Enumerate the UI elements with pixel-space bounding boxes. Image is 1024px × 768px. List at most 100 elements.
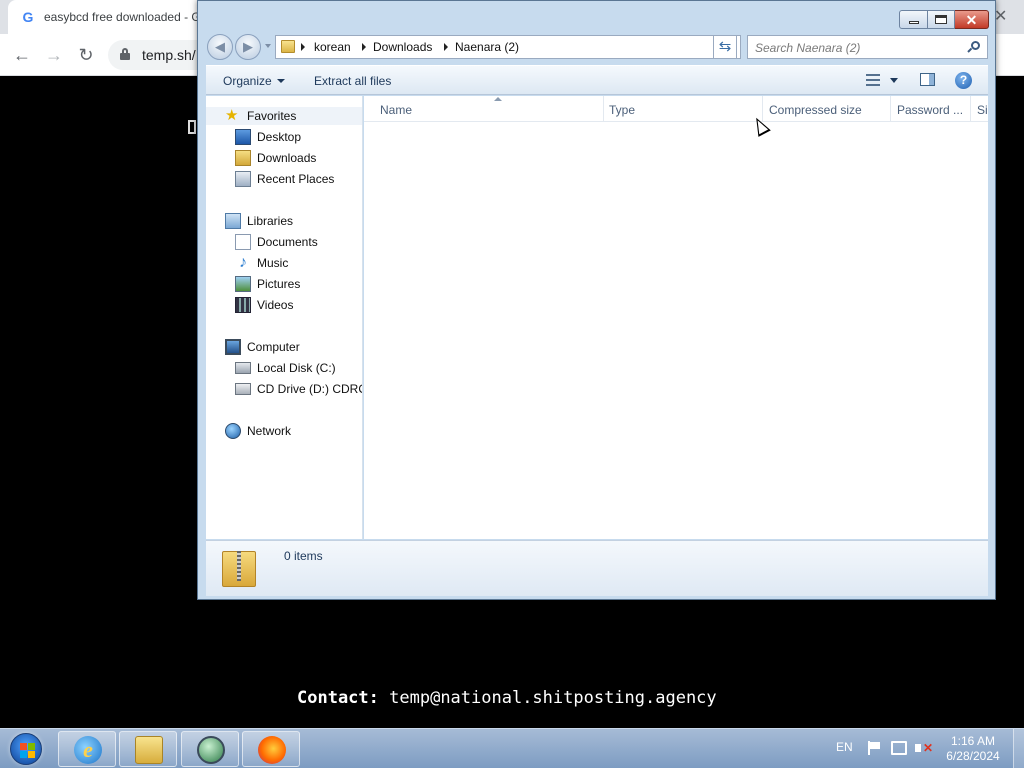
help-icon[interactable]: ? <box>955 72 972 89</box>
globe-icon <box>197 736 225 764</box>
nav-favorites[interactable]: ★ Favorites <box>206 107 362 125</box>
clock[interactable]: 1:16 AM 6/28/2024 <box>940 734 1006 764</box>
nav-documents-label: Documents <box>257 235 318 249</box>
nav-favorites-label: Favorites <box>247 109 297 123</box>
computer-icon <box>225 339 241 355</box>
nav-recent-places-label: Recent Places <box>257 172 335 186</box>
videos-icon <box>235 297 251 313</box>
taskbar-app-globe[interactable] <box>181 731 239 767</box>
preview-pane-icon[interactable] <box>920 73 935 86</box>
nav-videos-label: Videos <box>257 298 294 312</box>
close-button[interactable]: ✕ <box>955 10 989 29</box>
breadcrumb-chevron-icon[interactable] <box>444 43 448 51</box>
explorer-window: ✕ ◀ ▶ korean Downloads Naenara (2) ⇆ Sea… <box>197 0 996 600</box>
breadcrumb-chevron-icon[interactable] <box>362 43 366 51</box>
desktop-icon <box>235 129 251 145</box>
reload-icon[interactable]: ↻ <box>74 43 98 67</box>
breadcrumb-korean[interactable]: korean <box>314 40 351 54</box>
show-desktop-button[interactable] <box>1013 729 1024 768</box>
extract-all-button[interactable]: Extract all files <box>314 74 391 88</box>
details-pane: 0 items <box>206 540 988 596</box>
column-type[interactable]: Type <box>603 96 763 122</box>
cd-drive-icon <box>235 383 251 395</box>
downloads-folder-icon <box>235 150 251 166</box>
browser-tab[interactable]: G easybcd free downloaded - G <box>8 0 208 34</box>
taskbar: e EN ✕ 1:16 AM 6/28/2024 <box>0 728 1024 768</box>
nav-desktop-label: Desktop <box>257 130 302 144</box>
lock-icon <box>120 48 130 60</box>
window-controls: ✕ <box>899 10 989 29</box>
clock-time: 1:16 AM <box>950 734 996 748</box>
column-password[interactable]: Password ... <box>891 96 971 122</box>
music-icon: ♪ <box>239 254 247 271</box>
zip-folder-icon <box>222 547 258 589</box>
browser-close-icon[interactable]: ✕ <box>994 6 1007 26</box>
contact-email[interactable]: temp@national.shitposting.agency <box>389 688 717 708</box>
contact-label: Contact: <box>297 688 379 708</box>
command-bar: Organize Extract all files ? <box>206 65 988 95</box>
breadcrumb-downloads[interactable]: Downloads <box>373 40 432 54</box>
organize-button[interactable]: Organize <box>223 74 285 88</box>
explorer-address-bar[interactable]: korean Downloads Naenara (2) <box>275 35 741 59</box>
maximize-button[interactable] <box>928 10 955 29</box>
google-icon: G <box>22 9 34 25</box>
pictures-icon <box>235 276 251 292</box>
back-forward-group: ◀ ▶ <box>207 34 271 60</box>
column-name[interactable]: Name <box>374 96 604 122</box>
language-indicator[interactable]: EN <box>836 740 853 754</box>
chevron-down-icon <box>276 79 285 83</box>
clock-date: 6/28/2024 <box>946 749 1000 763</box>
documents-icon <box>235 234 251 250</box>
file-explorer-icon <box>135 736 163 764</box>
nav-local-disk-label: Local Disk (C:) <box>257 361 336 375</box>
star-icon: ★ <box>225 107 239 124</box>
file-list[interactable]: Name Type Compressed size Password ... S… <box>364 96 988 539</box>
taskbar-explorer[interactable] <box>119 731 177 767</box>
navigation-row: ◀ ▶ korean Downloads Naenara (2) ⇆ Searc… <box>206 33 988 61</box>
tab-title: easybcd free downloaded - G <box>44 10 201 24</box>
nav-network-label: Network <box>247 424 292 438</box>
column-compressed-size[interactable]: Compressed size <box>763 96 891 122</box>
nav-computer-label: Computer <box>247 340 300 354</box>
nav-downloads-label: Downloads <box>257 151 317 165</box>
back-button[interactable]: ◀ <box>207 34 233 60</box>
views-icon[interactable] <box>866 74 880 86</box>
recent-places-icon <box>235 171 251 187</box>
network-tray-icon[interactable] <box>891 741 907 755</box>
network-icon <box>225 423 241 439</box>
forward-button[interactable]: ▶ <box>235 34 261 60</box>
start-button[interactable] <box>4 731 48 767</box>
nav-music-label: Music <box>257 256 289 270</box>
taskbar-firefox[interactable] <box>242 731 300 767</box>
column-size[interactable]: Si <box>971 96 988 122</box>
libraries-icon <box>225 213 241 229</box>
refresh-button[interactable]: ⇆ <box>713 35 737 59</box>
nav-cd-drive-label: CD Drive (D:) CDROM <box>257 382 362 396</box>
action-center-flag-icon[interactable] <box>867 741 881 755</box>
search-icon[interactable] <box>967 41 980 53</box>
nav-libraries-label: Libraries <box>247 214 294 228</box>
item-count: 0 items <box>284 549 323 563</box>
breadcrumb-naenara[interactable]: Naenara (2) <box>455 40 519 54</box>
page-content-glyph <box>188 120 196 134</box>
back-icon[interactable]: ← <box>10 43 34 67</box>
internet-explorer-icon: e <box>74 736 102 764</box>
minimize-button[interactable] <box>899 10 928 29</box>
taskbar-internet-explorer[interactable]: e <box>58 731 116 767</box>
url-text: temp.sh/ <box>142 47 196 63</box>
contact-line: Contact: temp@national.shitposting.agenc… <box>297 688 717 708</box>
column-header-row: Name Type Compressed size Password ... S… <box>364 96 988 122</box>
nav-pictures-label: Pictures <box>257 277 301 291</box>
organize-label: Organize <box>223 74 272 88</box>
firefox-icon <box>258 736 286 764</box>
sort-ascending-icon <box>494 97 502 101</box>
folder-icon <box>281 40 295 53</box>
search-box[interactable]: Search Naenara (2) <box>747 35 988 59</box>
minimize-icon <box>908 21 919 24</box>
windows-logo-icon <box>10 733 42 765</box>
recent-pages-dropdown-icon[interactable] <box>265 44 271 48</box>
volume-muted-icon[interactable]: ✕ <box>915 741 933 755</box>
views-dropdown-icon[interactable] <box>890 78 898 83</box>
breadcrumb-chevron-icon[interactable] <box>301 43 305 51</box>
forward-icon[interactable]: → <box>42 43 66 67</box>
